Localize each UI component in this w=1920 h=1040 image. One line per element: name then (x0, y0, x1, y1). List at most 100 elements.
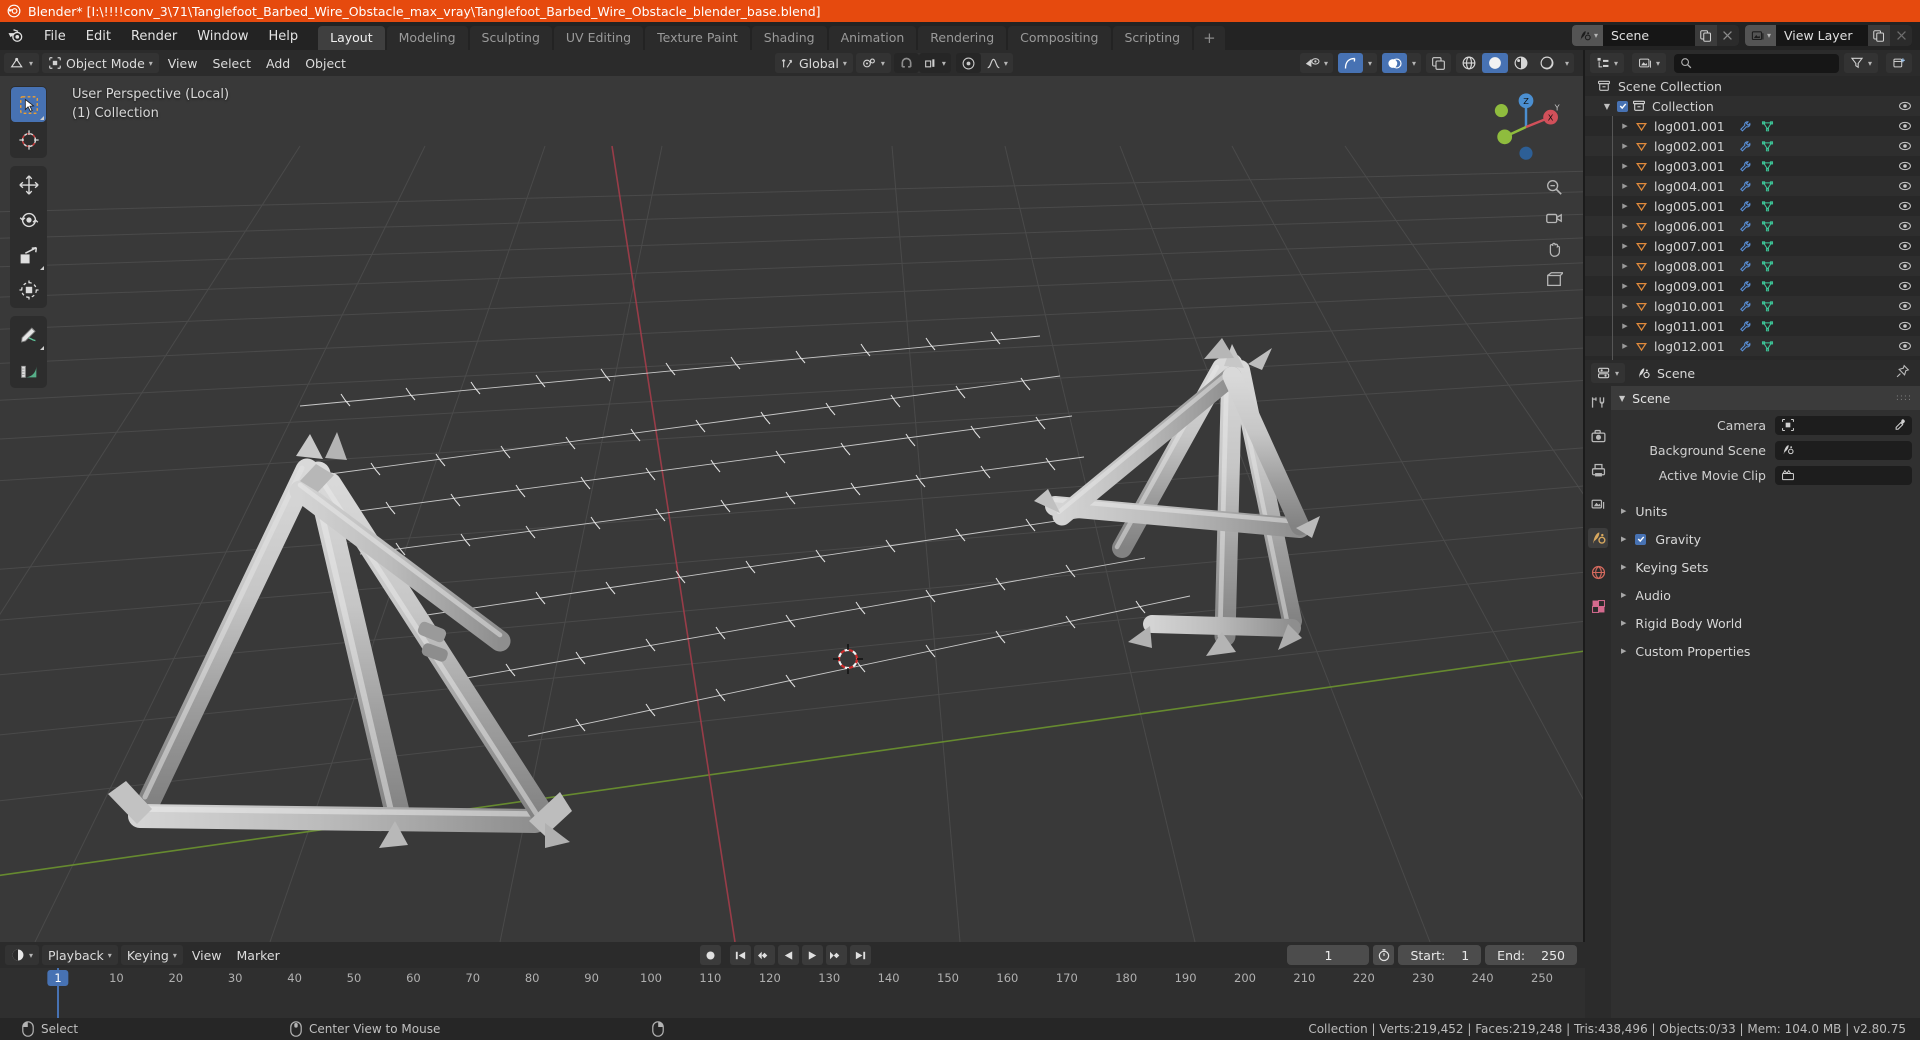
outliner-row-object[interactable]: ▶ log002.001 (1585, 136, 1920, 156)
outliner-row-object[interactable]: ▶ log012.001 (1585, 336, 1920, 356)
properties-tab-tool[interactable] (1588, 392, 1608, 412)
wrench-modifier-icon[interactable] (1739, 180, 1752, 193)
outliner-row-object[interactable]: ▶ log001.001 (1585, 116, 1920, 136)
funnel-icon[interactable]: ▾ (1843, 53, 1878, 73)
outliner-row-object[interactable]: ▶ log008.001 (1585, 256, 1920, 276)
magnet-icon[interactable] (893, 53, 919, 73)
properties-section-rigid-body-world[interactable]: ▶ Rigid Body World (1611, 611, 1920, 635)
view-layer-selector[interactable]: ▾ View Layer (1744, 25, 1912, 46)
object-expand-triangle[interactable]: ▶ (1619, 202, 1631, 210)
mesh-data-icon[interactable] (1761, 340, 1774, 353)
pin-icon[interactable] (1895, 364, 1910, 383)
wrench-modifier-icon[interactable] (1739, 200, 1752, 213)
object-expand-triangle[interactable]: ▶ (1619, 302, 1631, 310)
mesh-data-icon[interactable] (1761, 140, 1774, 153)
visibility-icon[interactable]: ▾ (1300, 53, 1333, 73)
wrench-modifier-icon[interactable] (1739, 260, 1752, 273)
object-visibility-toggle[interactable] (1898, 339, 1912, 356)
collection-expand-triangle[interactable]: ▼ (1601, 102, 1613, 111)
outliner-row-object[interactable]: ▶ log006.001 (1585, 216, 1920, 236)
navigation-gizmo[interactable]: Z X Y (1485, 86, 1567, 168)
wrench-modifier-icon[interactable] (1739, 160, 1752, 173)
zoom-icon[interactable] (1543, 176, 1565, 198)
wrench-modifier-icon[interactable] (1739, 140, 1752, 153)
new-scene-button[interactable] (1694, 25, 1717, 46)
wrench-modifier-icon[interactable] (1739, 340, 1752, 353)
object-visibility-toggle[interactable] (1898, 279, 1912, 296)
wrench-modifier-icon[interactable] (1739, 300, 1752, 313)
transform-orientation-selector[interactable]: Global ▾ (774, 53, 853, 73)
jump-to-end-button[interactable] (850, 945, 871, 965)
tab-compositing[interactable]: Compositing (1008, 26, 1111, 50)
rendered-shading-button[interactable] (1534, 53, 1560, 73)
cursor-tool[interactable] (11, 122, 46, 157)
outliner-row-object[interactable]: ▶ log003.001 (1585, 156, 1920, 176)
object-expand-triangle[interactable]: ▶ (1619, 182, 1631, 190)
section-triangle[interactable]: ▶ (1621, 535, 1626, 543)
scale-tool[interactable] (11, 237, 46, 272)
xray-icon[interactable] (1426, 53, 1451, 73)
properties-section-custom-properties[interactable]: ▶ Custom Properties (1611, 639, 1920, 663)
outliner-row-object[interactable]: ▶ log004.001 (1585, 176, 1920, 196)
viewport-menu-select[interactable]: Select (206, 53, 257, 73)
next-keyframe-button[interactable] (826, 945, 847, 965)
object-visibility-toggle[interactable] (1898, 199, 1912, 216)
scene-panel-header[interactable]: ▼ Scene :::: (1611, 386, 1920, 410)
filter-id-icon[interactable]: ▾ (1632, 53, 1667, 73)
tab-scripting[interactable]: Scripting (1112, 26, 1193, 50)
annotate-tool[interactable] (11, 317, 46, 352)
timeline-menu-view[interactable]: View (186, 945, 228, 965)
mesh-data-icon[interactable] (1761, 260, 1774, 273)
section-checkbox[interactable] (1635, 533, 1647, 545)
remove-view-layer-button[interactable] (1890, 25, 1912, 46)
object-expand-triangle[interactable]: ▶ (1619, 342, 1631, 350)
tab-shading[interactable]: Shading (751, 26, 827, 50)
mesh-data-icon[interactable] (1761, 120, 1774, 133)
section-triangle[interactable]: ▶ (1621, 619, 1626, 627)
outliner-row-scene-collection[interactable]: Scene Collection (1585, 76, 1920, 96)
tab-rendering[interactable]: Rendering (918, 26, 1007, 50)
section-triangle[interactable]: ▶ (1621, 591, 1626, 599)
outliner-search-input[interactable] (1674, 53, 1839, 73)
transform-tool[interactable] (11, 272, 46, 307)
proportional-edit-icon[interactable] (955, 53, 981, 73)
camera-field[interactable] (1775, 415, 1912, 435)
object-expand-triangle[interactable]: ▶ (1619, 282, 1631, 290)
wireframe-shading-button[interactable] (1456, 53, 1482, 73)
mesh-data-icon[interactable] (1761, 240, 1774, 253)
menu-file[interactable]: File (34, 26, 76, 47)
timeline-menu-keying[interactable]: Keying ▾ (120, 945, 183, 965)
object-visibility-toggle[interactable] (1898, 239, 1912, 256)
active-movie-clip-field[interactable] (1775, 465, 1912, 485)
new-view-layer-button[interactable] (1868, 25, 1890, 46)
properties-tab-view-layer[interactable] (1588, 494, 1608, 514)
measure-tool[interactable] (11, 352, 46, 387)
menu-help[interactable]: Help (259, 26, 309, 47)
tab-animation[interactable]: Animation (828, 26, 917, 50)
properties-tab-render[interactable] (1588, 426, 1608, 446)
hand-icon[interactable] (1543, 238, 1565, 260)
3d-viewport[interactable]: User Perspective (Local) (1) Collection (0, 76, 1585, 942)
tweak-select-box-tool[interactable] (11, 87, 46, 122)
material-preview-shading-button[interactable] (1508, 53, 1534, 73)
object-expand-triangle[interactable]: ▶ (1619, 322, 1631, 330)
perspective-icon[interactable] (1543, 269, 1565, 291)
properties-section-units[interactable]: ▶ Units (1611, 499, 1920, 523)
mesh-data-icon[interactable] (1761, 280, 1774, 293)
pivot-point-selector[interactable]: ▾ (855, 53, 891, 73)
properties-tab-scene[interactable] (1588, 528, 1608, 548)
properties-section-audio[interactable]: ▶ Audio (1611, 583, 1920, 607)
outliner-display-mode-icon[interactable]: ▾ (1590, 53, 1625, 73)
menu-window[interactable]: Window (187, 26, 258, 47)
section-triangle[interactable]: ▶ (1621, 563, 1626, 571)
wrench-modifier-icon[interactable] (1739, 240, 1752, 253)
tab-layout[interactable]: Layout (318, 26, 385, 50)
solid-shading-button[interactable] (1481, 53, 1508, 73)
properties-section-gravity[interactable]: ▶ Gravity (1611, 527, 1920, 551)
object-expand-triangle[interactable]: ▶ (1619, 162, 1631, 170)
frame-range-fields[interactable]: Start: 1 (1398, 945, 1482, 965)
mesh-data-icon[interactable] (1761, 320, 1774, 333)
object-mode-selector[interactable]: Object Mode ▾ (42, 53, 159, 73)
stopwatch-icon[interactable] (1373, 945, 1395, 965)
play-button[interactable] (802, 945, 823, 965)
